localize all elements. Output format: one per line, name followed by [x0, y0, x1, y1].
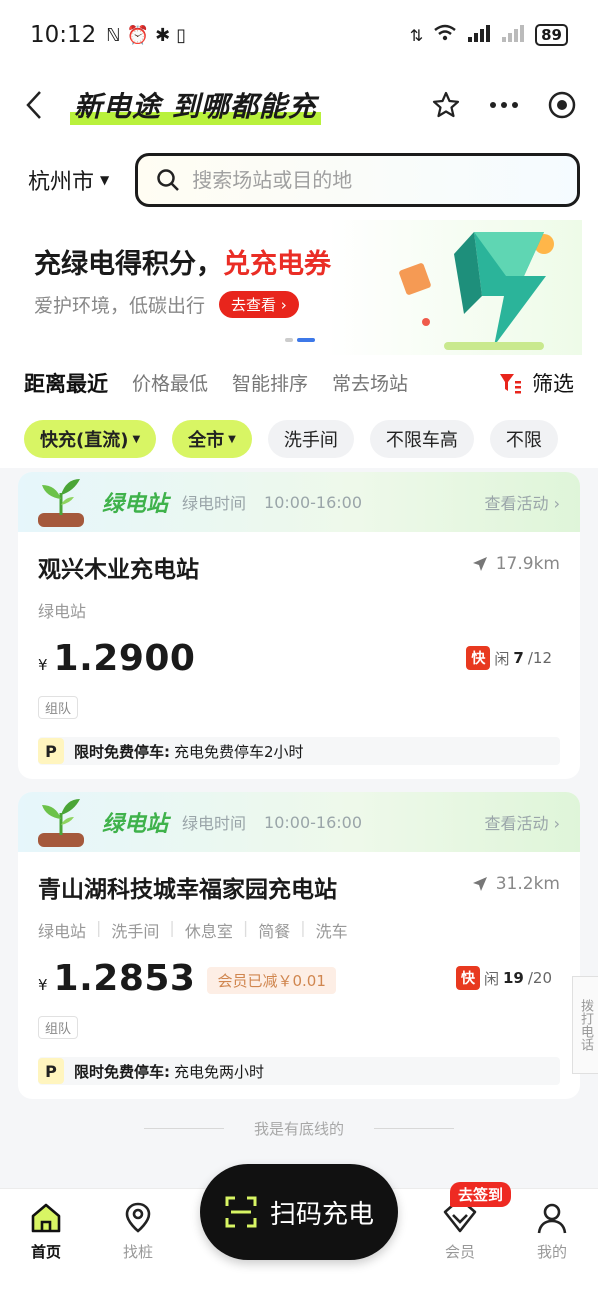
navigation-arrow-icon	[472, 557, 487, 571]
status-bar: 10:12 ℕ ⏰ ✱ ▯ ⇅ 89	[0, 0, 598, 70]
location-pin-icon	[119, 1199, 157, 1237]
home-icon	[27, 1199, 65, 1237]
green-power-header: 绿电站 绿电时间 10:00-16:00 查看活动 ›	[18, 472, 580, 532]
view-activity-link[interactable]: 查看活动 ›	[485, 490, 561, 514]
more-icon	[490, 102, 518, 108]
favorite-button[interactable]	[430, 89, 462, 121]
caret-down-icon: ▼	[100, 173, 110, 187]
scan-charge-button[interactable]: 扫码充电	[200, 1164, 398, 1260]
operator-tag: 组队	[38, 1016, 79, 1039]
record-icon	[548, 91, 576, 119]
parking-info: P 限时免费停车: 充电免两小时	[38, 1057, 560, 1085]
star-icon	[432, 91, 460, 118]
bluetooth-icon: ✱	[155, 24, 171, 46]
network-icon: ⇅	[409, 25, 424, 45]
parking-info: P 限时免费停车: 充电免费停车2小时	[38, 737, 560, 765]
banner-subtitle: 爱护环境，低碳出行	[34, 295, 206, 317]
scan-icon	[225, 1196, 257, 1228]
sort-tab-price[interactable]: 价格最低	[132, 369, 208, 396]
search-icon	[157, 169, 180, 191]
wifi-icon	[433, 24, 457, 46]
side-call-tab[interactable]: 拨打电话	[572, 976, 598, 1074]
availability: 快 闲 7/12	[466, 646, 552, 670]
caret-down-icon: ▼	[132, 433, 141, 445]
operator-tag: 组队	[38, 696, 79, 719]
close-miniapp-button[interactable]	[546, 89, 578, 121]
tab-mine[interactable]: 我的	[512, 1199, 592, 1262]
status-time: 10:12	[30, 22, 97, 48]
station-distance: 31.2km	[472, 874, 560, 894]
filter-button[interactable]: 筛选	[498, 368, 574, 398]
user-icon	[533, 1199, 571, 1237]
sort-tab-distance[interactable]: 距离最近	[24, 368, 108, 398]
end-of-list: 我是有底线的	[0, 1118, 598, 1139]
tab-find-charger[interactable]: 找桩	[98, 1199, 178, 1262]
banner-view-button[interactable]: 去查看 ›	[219, 291, 299, 318]
chip-unlimited[interactable]: 不限	[489, 420, 558, 458]
station-tags: 绿电站 | 洗手间 | 休息室 | 简餐 | 洗车	[38, 918, 348, 941]
station-card[interactable]: 绿电站 绿电时间 10:00-16:00 查看活动 › 青山湖科技城幸福家园充电…	[18, 792, 580, 1099]
city-label: 杭州市	[28, 170, 95, 195]
navigation-arrow-icon	[472, 877, 487, 891]
page-title: 新电途 到哪都能充	[70, 85, 321, 125]
availability: 快 闲 19/20	[455, 966, 552, 990]
station-price: 1.2853	[53, 958, 196, 999]
green-station-badge: 绿电站	[102, 812, 169, 837]
back-button[interactable]	[20, 85, 48, 125]
chip-whole-city[interactable]: 全市 ▼	[172, 420, 252, 458]
member-discount-badge: 会员已减￥0.01	[207, 966, 336, 994]
search-row: 杭州市 ▼	[0, 140, 598, 220]
station-price: 1.2900	[53, 638, 196, 679]
green-power-header: 绿电站 绿电时间 10:00-16:00 查看活动 ›	[18, 792, 580, 852]
signal2-icon	[501, 24, 525, 46]
signin-badge[interactable]: 去签到	[450, 1182, 512, 1207]
sort-tabs: 距离最近 价格最低 智能排序 常去场站 筛选	[0, 355, 598, 410]
station-tags: 绿电站	[38, 602, 87, 621]
green-period: 10:00-16:00	[264, 812, 363, 832]
chevron-left-icon	[26, 91, 41, 119]
caret-down-icon: ▼	[228, 433, 236, 445]
alarm-icon: ⏰	[126, 24, 150, 46]
filter-icon	[500, 373, 521, 393]
tab-member[interactable]: 会员	[420, 1199, 500, 1262]
green-station-badge: 绿电站	[102, 492, 169, 517]
filter-chips: 快充(直流) ▼ 全市 ▼ 洗手间 不限车高 不限	[0, 410, 598, 468]
more-button[interactable]	[488, 89, 520, 121]
vibrate-icon: ▯	[176, 24, 187, 46]
lightning-illustration-icon	[399, 232, 554, 350]
tab-home[interactable]: 首页	[6, 1199, 86, 1262]
search-input[interactable]	[192, 168, 559, 192]
sort-tab-frequent[interactable]: 常去场站	[332, 369, 408, 396]
search-box[interactable]	[135, 153, 580, 207]
fast-charge-badge: 快	[455, 966, 480, 990]
chip-restroom[interactable]: 洗手间	[267, 420, 354, 458]
app-header: 新电途 到哪都能充	[0, 70, 598, 140]
sprout-icon	[38, 799, 84, 847]
sprout-icon	[38, 479, 84, 527]
chip-no-height-limit[interactable]: 不限车高	[369, 420, 474, 458]
fast-charge-badge: 快	[466, 646, 491, 670]
parking-icon: P	[38, 1058, 64, 1084]
green-period: 10:00-16:00	[264, 492, 363, 512]
banner-pagination	[285, 338, 315, 342]
parking-icon: P	[38, 738, 64, 764]
view-activity-link[interactable]: 查看活动 ›	[485, 810, 561, 834]
signal-icon	[467, 24, 491, 46]
filter-label: 筛选	[532, 371, 574, 396]
station-distance: 17.9km	[472, 554, 560, 574]
promo-banner[interactable]: 充绿电得积分，兑充电券 爱护环境，低碳出行 去查看 ›	[0, 220, 598, 355]
nfc-icon: ℕ	[106, 24, 121, 46]
station-card[interactable]: 绿电站 绿电时间 10:00-16:00 查看活动 › 观兴木业充电站 17.9…	[18, 472, 580, 779]
city-selector[interactable]: 杭州市 ▼	[28, 164, 109, 196]
sort-tab-smart[interactable]: 智能排序	[232, 369, 308, 396]
battery-indicator: 89	[535, 24, 568, 46]
chip-fast-charge[interactable]: 快充(直流) ▼	[24, 420, 157, 458]
